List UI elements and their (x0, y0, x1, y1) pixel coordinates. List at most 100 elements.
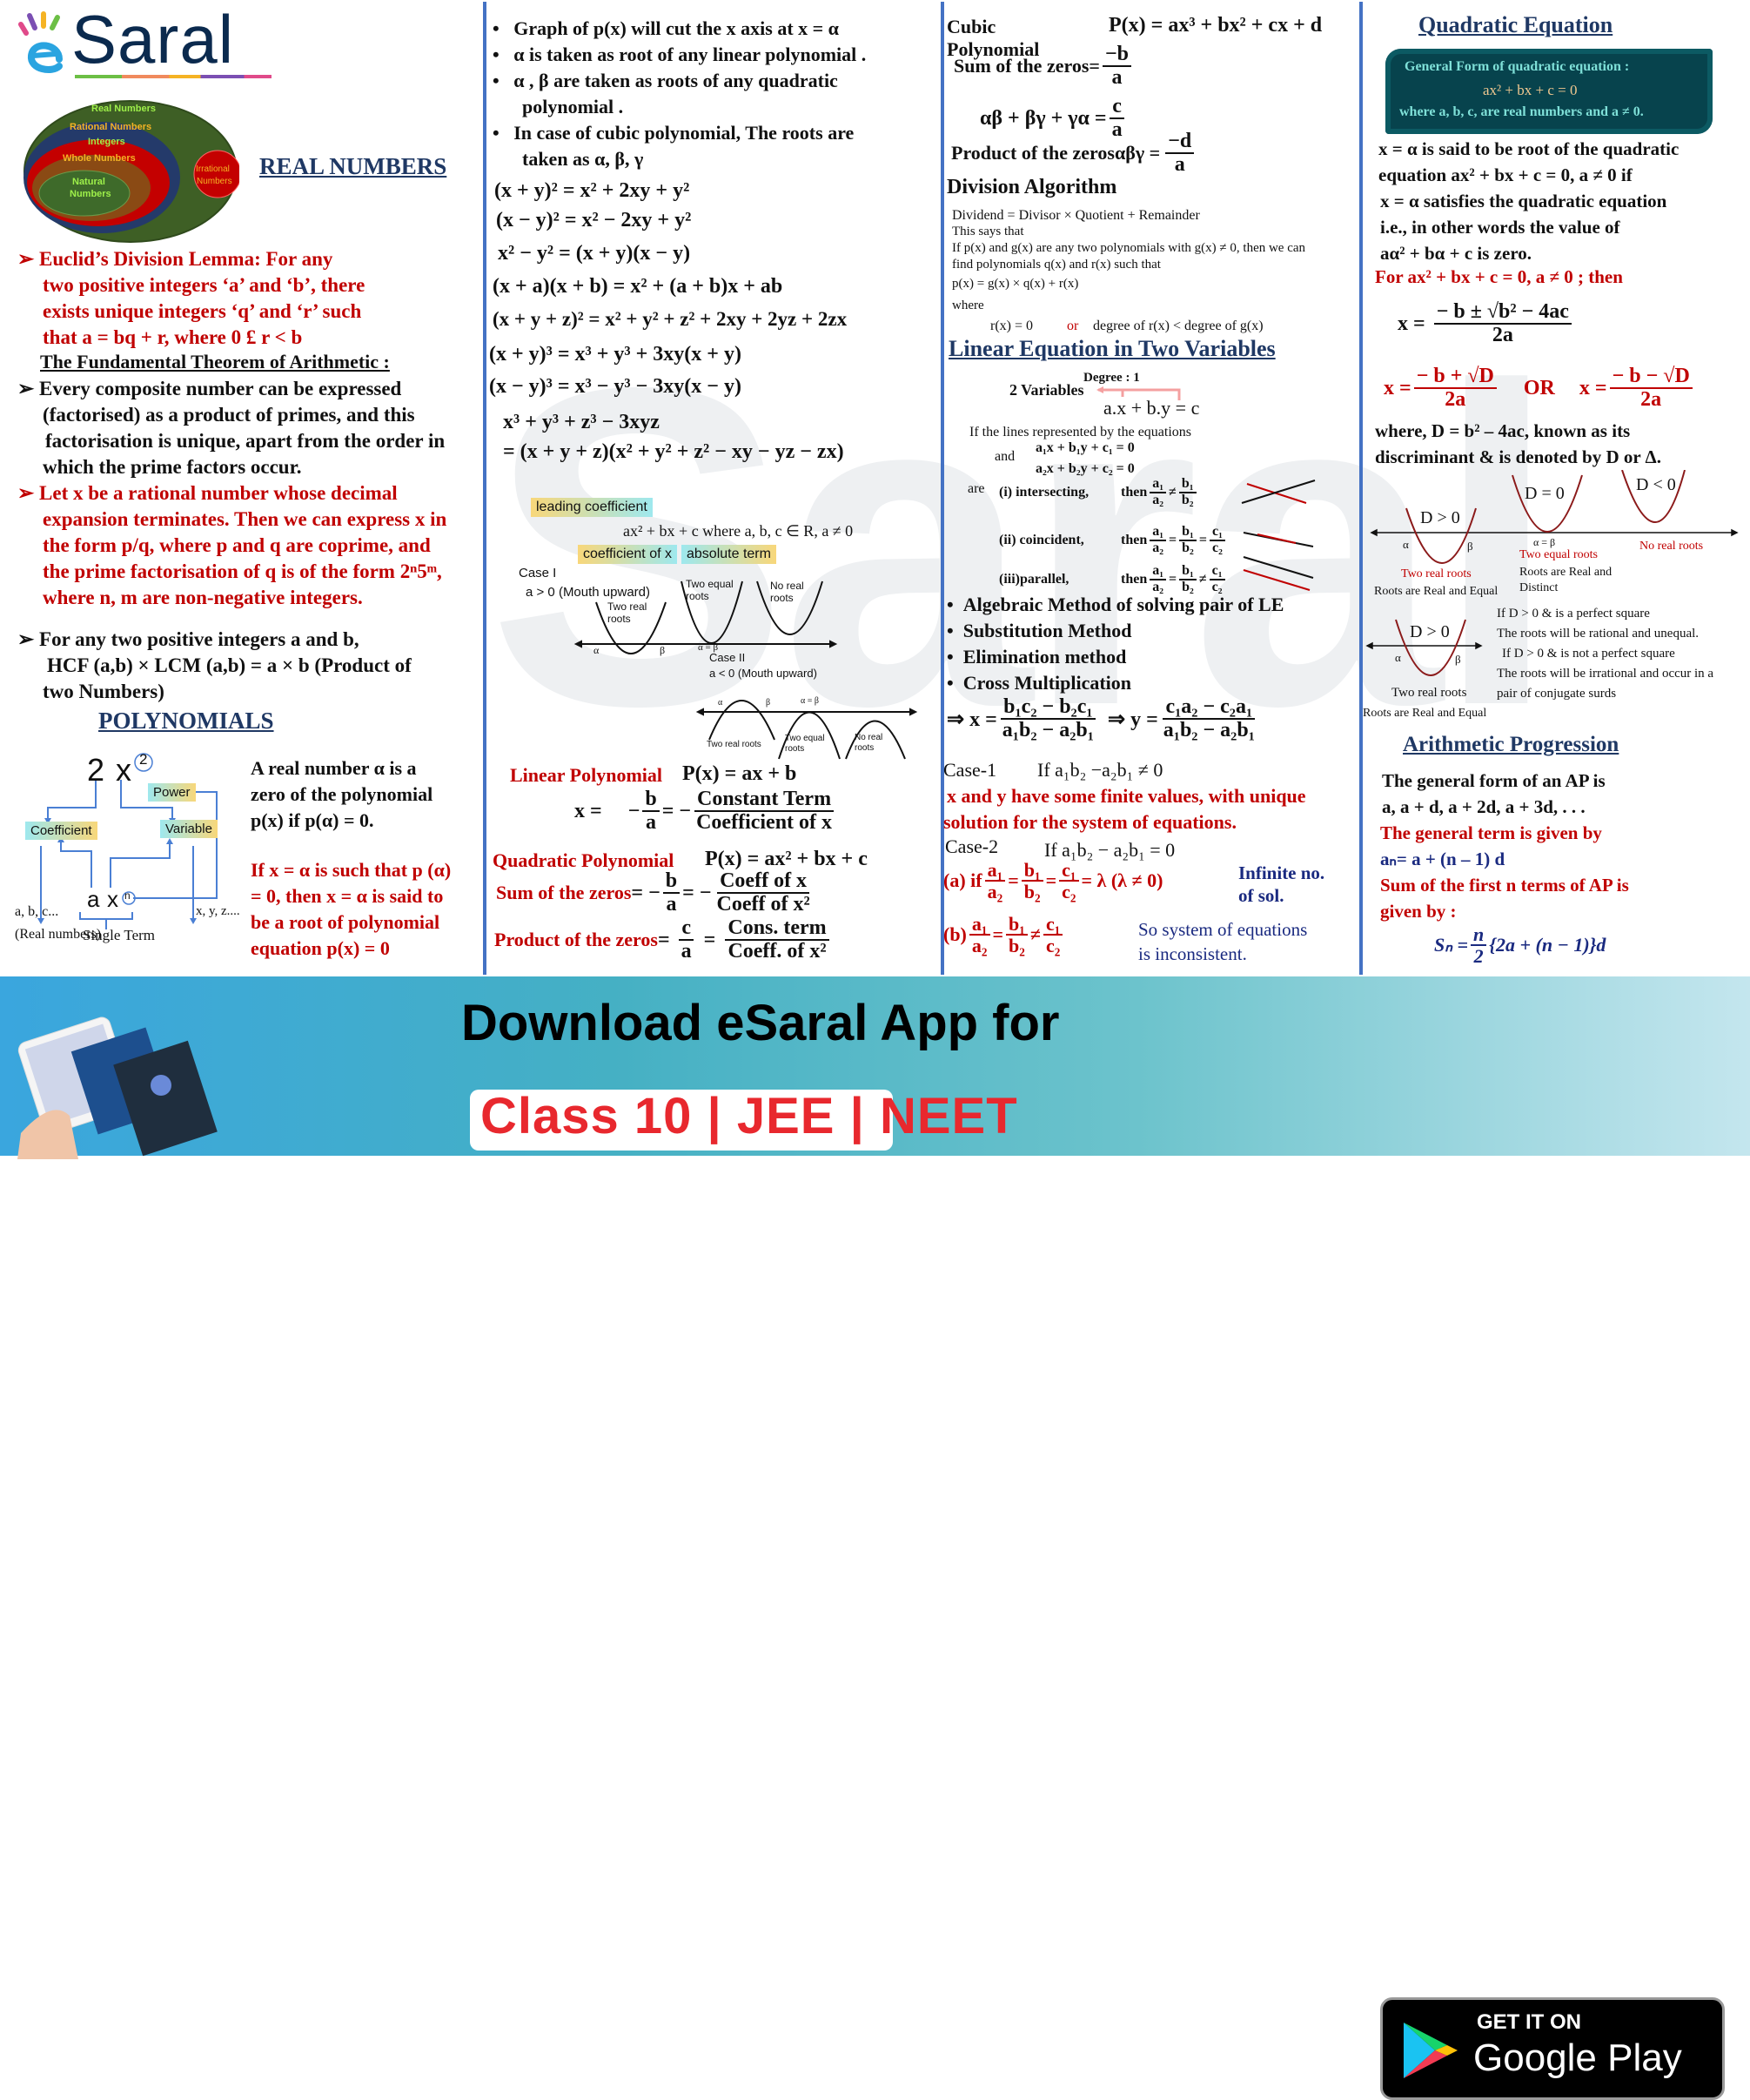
relation-operator: = (1169, 532, 1177, 547)
line-pair-diagrams (1241, 480, 1316, 591)
root-bullets: • Graph of p(x) will cut the x axis at x… (493, 16, 866, 172)
general-form-eq: ax² + bx + c = 0 (1483, 82, 1578, 98)
division-line: If p(x) and g(x) are any two polynomials… (952, 241, 1306, 255)
tablet-app-preview-icon (17, 1016, 218, 1159)
rational-line: the form p/q, where p and q are coprime,… (43, 534, 431, 556)
hcf-lcm: ➢ For any two positive integers a and b,… (17, 627, 412, 705)
perfect-line: The roots will be irrational and occur i… (1497, 667, 1714, 681)
root-def-line: aα² + bα + c is zero. (1380, 243, 1532, 264)
fraction-minus-d-over-a: −d a (1165, 130, 1195, 176)
polynomials-heading: POLYNOMIALS (98, 708, 274, 734)
line-eq-2: a₂x + b₂y + c₂ = 0 (1036, 461, 1135, 476)
ratio-fraction: a₁ a₂ (1150, 524, 1167, 556)
division-line: where (952, 299, 984, 312)
arrow-bullet-icon: ➢ (17, 378, 40, 399)
general-form-where: where a, b, c, are real numbers and a ≠ … (1399, 104, 1644, 119)
root-def-line: = 0, then x = α is said to (251, 885, 444, 907)
root-def-line: If x = α is such that p (α) (251, 859, 452, 881)
term-diagram: 2 x 2 Power Coefficient Variable a x n S… (13, 748, 248, 949)
discriminant-graphs: D > 0 D = 0 D < 0 α β α = β Two real roo… (1363, 470, 1750, 731)
google-play-top-text: GET IT ON (1477, 2010, 1581, 2034)
division-line: p(x) = g(x) × q(x) + r(x) (952, 277, 1079, 291)
case-1-condition: a > 0 (Mouth upward) (526, 585, 650, 600)
equals: = (657, 928, 670, 951)
bullet-text: taken as α, β, γ (522, 148, 644, 170)
sn-rhs: {2a + (n − 1)}d (1489, 934, 1606, 956)
quadratic-general-expr: ax² + bx + c where a, b, c ∈ R, a ≠ 0 (623, 522, 854, 540)
generic-power: n (124, 889, 131, 902)
case-1-text: solution for the system of equations. (943, 811, 1237, 833)
google-play-button[interactable]: GET IT ON Google Play (1380, 1997, 1725, 2100)
venn-irrational (193, 150, 239, 198)
division-line: This says that (952, 225, 1024, 238)
method-item: Algebraic Method of solving pair of LE (962, 594, 1284, 615)
case-2-alpha-eq-beta: α = β (801, 696, 819, 706)
fraction-b-over-a: ba (642, 788, 660, 834)
ap-sum-formula: Sₙ = n2 {2a + (n − 1)}d (1434, 924, 1606, 966)
case-2-condition: a < 0 (Mouth upward) (709, 667, 817, 680)
perfect-line: The roots will be rational and unequal. (1497, 627, 1700, 641)
bullet-text: Graph of p(x) will cut the x axis at x =… (513, 17, 839, 39)
euclid-lemma: ➢ Euclid’s Division Lemma: For any two p… (17, 246, 365, 351)
hcf-line: For any two positive integers a and b, (39, 628, 359, 650)
rational-line: expansion terminates. Then we can expres… (43, 508, 447, 530)
venn-label-natural: Natural (72, 177, 105, 187)
euclid-line: exists unique integers ‘q’ and ‘r’ such (43, 300, 362, 322)
fraction-y-solution: c₁a₂ − c₂a₁ a₁b₂ − a₂b₁ (1163, 695, 1256, 742)
case-b-result: So system of equations is inconsistent. (1138, 917, 1307, 966)
case-2-two-real: Two real roots (707, 740, 761, 749)
case-a-result-line: Infinite no. (1238, 862, 1325, 883)
case-1-label: Case-1 (943, 759, 997, 781)
real-numbers-label: (Real numbers) (15, 927, 102, 942)
relation-operator: = (1198, 532, 1207, 547)
bullet-text: α is taken as root of any linear polynom… (513, 44, 867, 65)
method-item: Cross Multiplication (962, 672, 1132, 694)
perfect-line: If D > 0 & is a perfect square (1497, 607, 1650, 621)
alpha-eq-beta-label: α = β (1533, 536, 1556, 548)
d-zero-label: D = 0 (1525, 484, 1565, 503)
and-label: and (995, 449, 1016, 464)
generic-variable: x (107, 886, 118, 912)
case-2-title: Case II (709, 651, 746, 664)
real-equal-label: Roots are Real and Equal (1374, 585, 1499, 598)
equals-minus: = − (661, 799, 692, 822)
term-coefficient: 2 (87, 752, 105, 788)
linear-equation-heading: Linear Equation in Two Variables (949, 336, 1276, 361)
download-banner[interactable]: Download eSaral App for Class 10 | JEE |… (0, 976, 1750, 2100)
cubic-pair-label: αβ + βγ + γα = (980, 106, 1107, 130)
alpha-label-2: α (1395, 651, 1401, 664)
case-2-beta: β (766, 698, 771, 708)
cross-x-label: ⇒ x = (947, 708, 997, 731)
bullet-text: polynomial . (522, 96, 624, 117)
term-power: 2 (139, 751, 148, 768)
fraction-b-over-a: ba (662, 869, 681, 916)
ap-line: aₙ= a + (n – 1) d (1380, 849, 1505, 869)
consistency-case-row: (iii)parallel, then a₁ a₂ = b₁ b₂ ≠ c₁ c₂ (999, 563, 1228, 595)
arrow-bullet-icon: ➢ (17, 248, 40, 270)
method-item: Substitution Method (962, 620, 1132, 641)
relation-operator: ≠ (1169, 484, 1177, 500)
fraction-minus-b-over-a: −b a (1102, 43, 1131, 89)
ratio-fraction: c₁ c₂ (1209, 524, 1225, 556)
root-def-line: be a root of polynomial (251, 911, 440, 933)
logo-underline (75, 75, 272, 78)
coefficient-tag: Coefficient (25, 822, 97, 840)
linear-x-label: x = (574, 799, 602, 822)
quadratic-root-def: x = α is said to be root of the quadrati… (1378, 136, 1679, 266)
logo: Saral (17, 1, 278, 79)
bullet-text: In case of cubic polynomial, The roots a… (513, 122, 855, 144)
identity: (x + y)³ = x³ + y³ + 3xy(x + y) (489, 343, 741, 366)
case-b-prefix: (b) (943, 923, 967, 946)
then-label: then (1121, 532, 1148, 547)
coefficient-of-x-tag: coefficient of x (578, 545, 677, 564)
alpha-label: α (1403, 538, 1409, 551)
logo-hand-icon (18, 11, 63, 73)
bullet-icon: • (947, 672, 963, 694)
power-tag: Power (148, 783, 196, 802)
hcf-line: HCF (a,b) × LCM (a,b) = a × b (Product o… (47, 654, 412, 676)
cubic-label: Cubic (947, 16, 996, 37)
fraction-plus-root: − b + √D 2a (1413, 365, 1497, 411)
venn-label-irrational-2: Numbers (197, 177, 232, 186)
remainder-degree: degree of r(x) < degree of g(x) (1093, 319, 1264, 333)
line-eq-1: a₁x + b₁y + c₁ = 0 (1036, 440, 1135, 455)
